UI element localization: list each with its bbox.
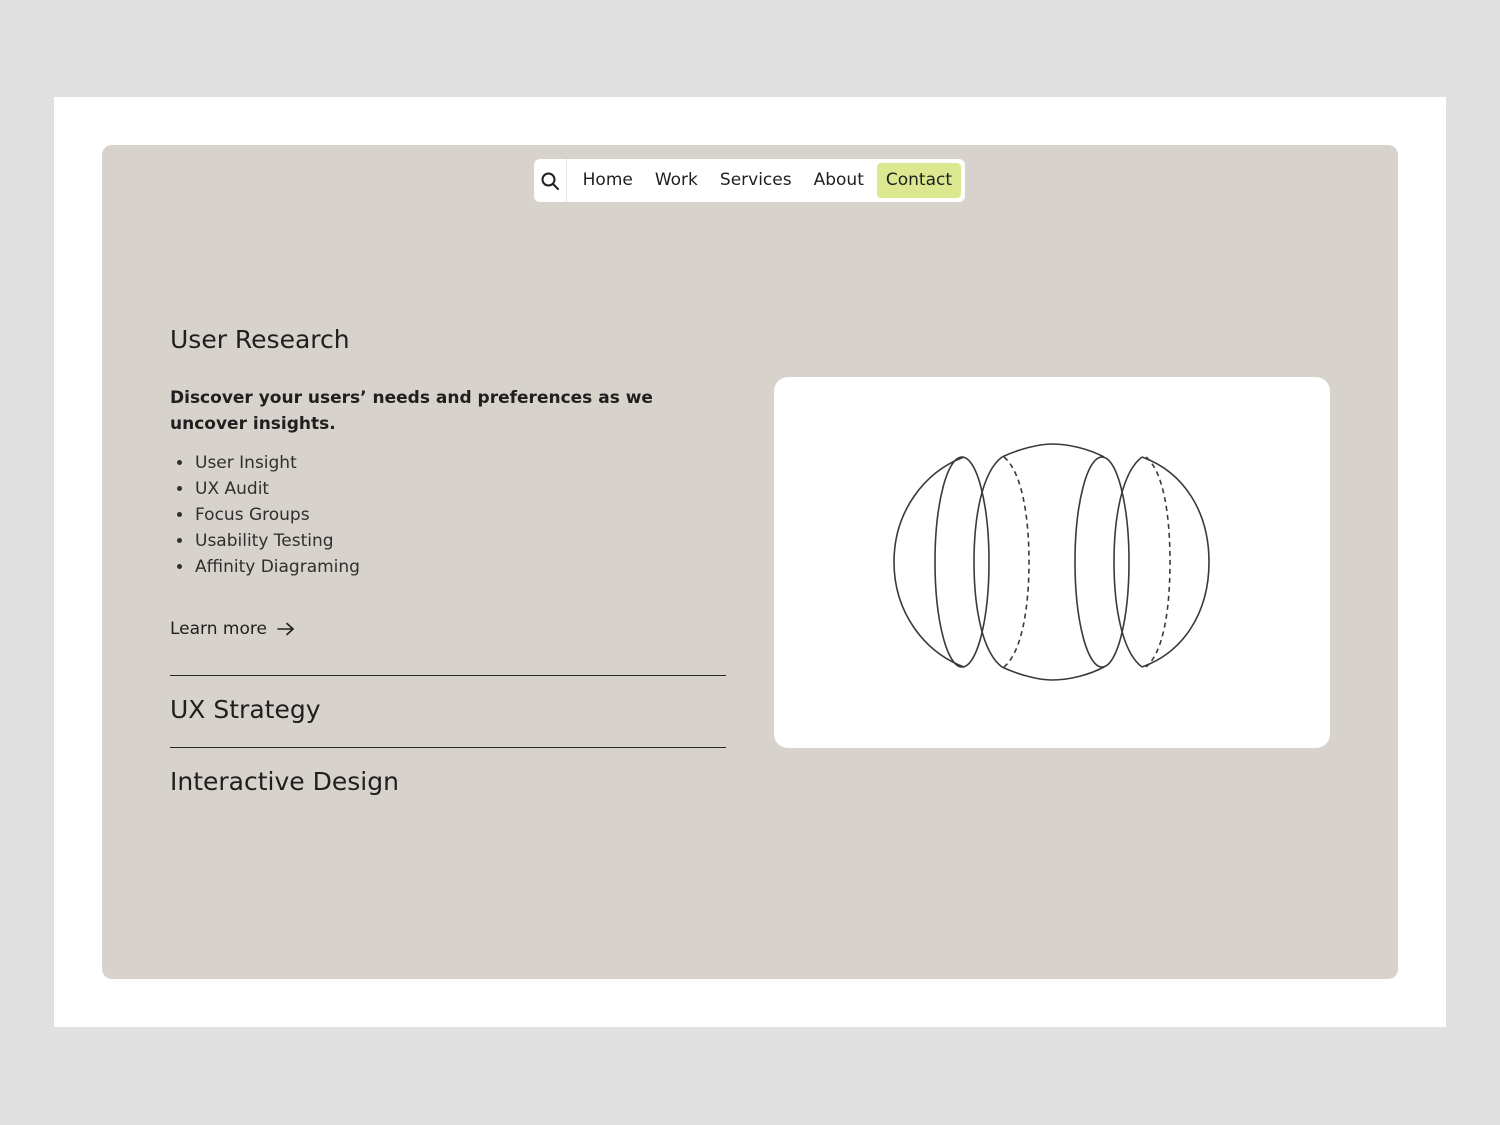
page-frame: Home Work Services About Contact User Re… bbox=[54, 97, 1446, 1027]
illustration-card bbox=[774, 377, 1330, 748]
learn-more-label: Learn more bbox=[170, 619, 267, 639]
service-item-list: User Insight UX Audit Focus Groups Usabi… bbox=[170, 450, 360, 580]
section-description: Discover your users’ needs and preferenc… bbox=[170, 388, 653, 434]
accordion-item-interactive-design[interactable]: Interactive Design bbox=[170, 767, 399, 796]
nav-link-work[interactable]: Work bbox=[644, 163, 709, 198]
list-item: Affinity Diagraming bbox=[194, 554, 360, 580]
list-item: Focus Groups bbox=[194, 502, 360, 528]
search-icon bbox=[541, 172, 559, 190]
section-title[interactable]: User Research bbox=[170, 325, 350, 354]
nav-link-about[interactable]: About bbox=[803, 163, 875, 198]
search-button[interactable] bbox=[534, 159, 567, 202]
services-panel: Home Work Services About Contact User Re… bbox=[102, 145, 1398, 979]
list-item: User Insight bbox=[194, 450, 360, 476]
nav-link-contact[interactable]: Contact bbox=[876, 163, 961, 198]
list-item: UX Audit bbox=[194, 476, 360, 502]
divider bbox=[170, 675, 726, 676]
divider bbox=[170, 747, 726, 748]
arrow-right-icon bbox=[277, 622, 294, 636]
list-item: Usability Testing bbox=[194, 528, 360, 554]
segmented-sphere-illustration bbox=[893, 443, 1210, 681]
accordion-item-ux-strategy[interactable]: UX Strategy bbox=[170, 695, 321, 724]
nav-links: Home Work Services About Contact bbox=[567, 159, 961, 202]
nav-link-home[interactable]: Home bbox=[572, 163, 644, 198]
nav-link-services[interactable]: Services bbox=[709, 163, 803, 198]
top-navigation: Home Work Services About Contact bbox=[534, 159, 965, 202]
learn-more-link[interactable]: Learn more bbox=[170, 619, 295, 639]
